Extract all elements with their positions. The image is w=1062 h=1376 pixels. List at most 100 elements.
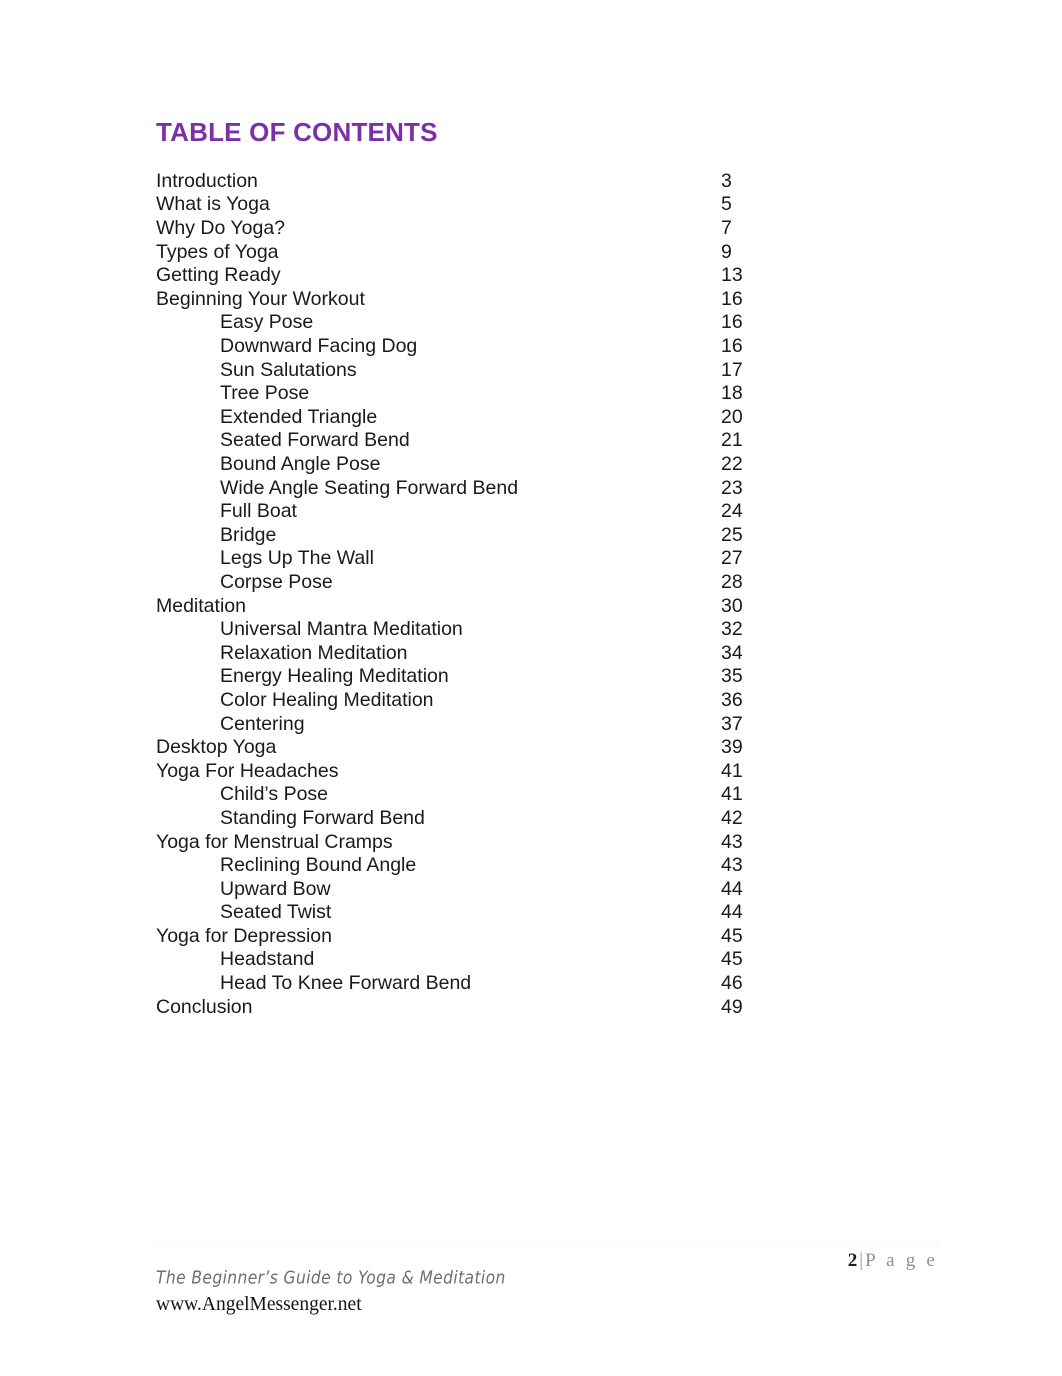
toc-content: TABLE OF CONTENTS Introduction 3 What is Y… — [156, 117, 946, 1019]
toc-entry[interactable]: Head To Knee Forward Bend 46 — [156, 972, 946, 996]
toc-entry-page-number: 36 — [721, 688, 743, 711]
toc-entry[interactable]: Legs Up The Wall 27 — [156, 547, 946, 571]
toc-entry[interactable]: Meditation 30 — [156, 595, 946, 619]
page-footer: 2 | P a g e The Beginner’s Guide to Yoga &… — [0, 1238, 1062, 1348]
toc-entry[interactable]: Bound Angle Pose 22 — [156, 453, 946, 477]
toc-entry-page-number: 22 — [721, 453, 743, 476]
toc-entry-page-number: 18 — [721, 382, 743, 405]
toc-entry[interactable]: Getting Ready 13 — [156, 264, 946, 288]
toc-entry[interactable]: Color Healing Meditation 36 — [156, 689, 946, 713]
toc-entry-title: Energy Healing Meditation — [220, 665, 449, 688]
page-title: TABLE OF CONTENTS — [156, 117, 438, 147]
toc-entry-title: Headstand — [220, 948, 315, 971]
toc-entry[interactable]: Introduction 3 — [156, 170, 946, 194]
toc-entry-title: Yoga for Menstrual Cramps — [156, 830, 393, 853]
toc-entry-title: Beginning Your Workout — [156, 287, 365, 310]
page-number-separator: | — [859, 1250, 864, 1271]
toc-entry[interactable]: What is Yoga 5 — [156, 193, 946, 217]
toc-entry[interactable]: Sun Salutations 17 — [156, 359, 946, 383]
toc-entry-title: Universal Mantra Meditation — [220, 618, 463, 641]
toc-entry-page-number: 43 — [721, 830, 743, 853]
toc-entry-page-number: 16 — [721, 311, 743, 334]
toc-entry-page-number: 34 — [721, 641, 743, 664]
toc-entry-page-number: 35 — [721, 665, 743, 688]
toc-entry-title: Bridge — [220, 523, 277, 546]
toc-entry-page-number: 20 — [721, 405, 743, 428]
toc-entry-page-number: 44 — [721, 877, 743, 900]
toc-entry[interactable]: Seated Twist 44 — [156, 901, 946, 925]
toc-entry-title: Child’s Pose — [220, 783, 329, 806]
toc-entry[interactable]: Types of Yoga 9 — [156, 241, 946, 265]
toc-entry-title: Standing Forward Bend — [220, 806, 425, 829]
toc-entry[interactable]: Corpse Pose 28 — [156, 571, 946, 595]
toc-entry[interactable]: Upward Bow 44 — [156, 878, 946, 902]
toc-entry-title: Head To Knee Forward Bend — [220, 972, 472, 995]
toc-entry-page-number: 45 — [721, 948, 743, 971]
toc-entry-page-number: 17 — [721, 358, 743, 381]
toc-entry-title: Centering — [220, 712, 305, 735]
page-number: 2 — [847, 1250, 858, 1271]
toc-entry-title: Tree Pose — [220, 382, 310, 405]
toc-entry-title: Easy Pose — [220, 311, 314, 334]
toc-entry[interactable]: Extended Triangle 20 — [156, 406, 946, 430]
toc-entry[interactable]: Yoga for Depression 45 — [156, 925, 946, 949]
toc-entry[interactable]: Bridge 25 — [156, 524, 946, 548]
toc-entry[interactable]: Headstand 45 — [156, 948, 946, 972]
toc-entry-title: Seated Forward Bend — [220, 429, 410, 452]
toc-entry-page-number: 9 — [721, 240, 732, 263]
toc-entry-title: Upward Bow — [220, 877, 331, 900]
toc-entry[interactable]: Easy Pose 16 — [156, 311, 946, 335]
footer-divider — [152, 1238, 942, 1250]
toc-entry-title: Desktop Yoga — [156, 736, 277, 759]
toc-entry[interactable]: Seated Forward Bend 21 — [156, 429, 946, 453]
toc-entry[interactable]: Why Do Yoga? 7 — [156, 217, 946, 241]
toc-entry[interactable]: Wide Angle Seating Forward Bend 23 — [156, 477, 946, 501]
toc-entry[interactable]: Conclusion 49 — [156, 996, 946, 1020]
toc-entry-title: Reclining Bound Angle — [220, 854, 417, 877]
toc-entry[interactable]: Reclining Bound Angle 43 — [156, 854, 946, 878]
toc-entry-page-number: 16 — [721, 335, 743, 358]
toc-entry-page-number: 16 — [721, 287, 743, 310]
toc-entry-page-number: 46 — [721, 972, 743, 995]
toc-entry-title: Meditation — [156, 594, 246, 617]
toc-entry-page-number: 27 — [721, 547, 743, 570]
toc-entry[interactable]: Energy Healing Meditation 35 — [156, 665, 946, 689]
toc-entry-page-number: 21 — [721, 429, 743, 452]
toc-entry-title: Types of Yoga — [156, 240, 279, 263]
toc-entry[interactable]: Tree Pose 18 — [156, 382, 946, 406]
toc-entry-page-number: 32 — [721, 618, 743, 641]
footer-book-title: The Beginner’s Guide to Yoga & Meditatio… — [156, 1268, 506, 1289]
footer-website-url[interactable]: www.AngelMessenger.net — [156, 1294, 362, 1316]
toc-entry[interactable]: Beginning Your Workout 16 — [156, 288, 946, 312]
toc-entry-page-number: 5 — [721, 193, 732, 216]
toc-entry-title: Why Do Yoga? — [156, 217, 286, 240]
toc-entry[interactable]: Standing Forward Bend 42 — [156, 807, 946, 831]
toc-entry[interactable]: Universal Mantra Meditation 32 — [156, 618, 946, 642]
toc-entry-page-number: 41 — [721, 759, 743, 782]
toc-entry-title: Yoga for Depression — [156, 924, 332, 947]
document-page: TABLE OF CONTENTS Introduction 3 What is Y… — [0, 0, 1062, 1376]
toc-list: Introduction 3 What is Yoga 5 Why Do Yoga? 7 T… — [156, 170, 946, 1019]
toc-entry-title: Extended Triangle — [220, 405, 378, 428]
toc-entry[interactable]: Desktop Yoga 39 — [156, 736, 946, 760]
toc-entry[interactable]: Child’s Pose 41 — [156, 783, 946, 807]
toc-entry-page-number: 42 — [721, 806, 743, 829]
toc-entry-page-number: 37 — [721, 712, 743, 735]
toc-entry[interactable]: Centering 37 — [156, 713, 946, 737]
page-number-marker: 2 | P a g e — [848, 1250, 938, 1272]
toc-entry[interactable]: Relaxation Meditation 34 — [156, 642, 946, 666]
toc-entry-page-number: 41 — [721, 783, 743, 806]
toc-entry-title: Legs Up The Wall — [220, 547, 374, 570]
toc-entry-title: Full Boat — [220, 500, 297, 523]
toc-entry-title: Bound Angle Pose — [220, 453, 381, 476]
toc-entry-title: What is Yoga — [156, 193, 270, 216]
toc-entry[interactable]: Full Boat 24 — [156, 500, 946, 524]
toc-entry[interactable]: Yoga For Headaches 41 — [156, 760, 946, 784]
toc-entry-title: Seated Twist — [220, 901, 332, 924]
toc-entry[interactable]: Downward Facing Dog 16 — [156, 335, 946, 359]
toc-entry[interactable]: Yoga for Menstrual Cramps 43 — [156, 831, 946, 855]
toc-entry-page-number: 25 — [721, 523, 743, 546]
toc-entry-title: Corpse Pose — [220, 570, 333, 593]
toc-entry-title: Getting Ready — [156, 264, 281, 287]
toc-entry-page-number: 13 — [721, 264, 743, 287]
